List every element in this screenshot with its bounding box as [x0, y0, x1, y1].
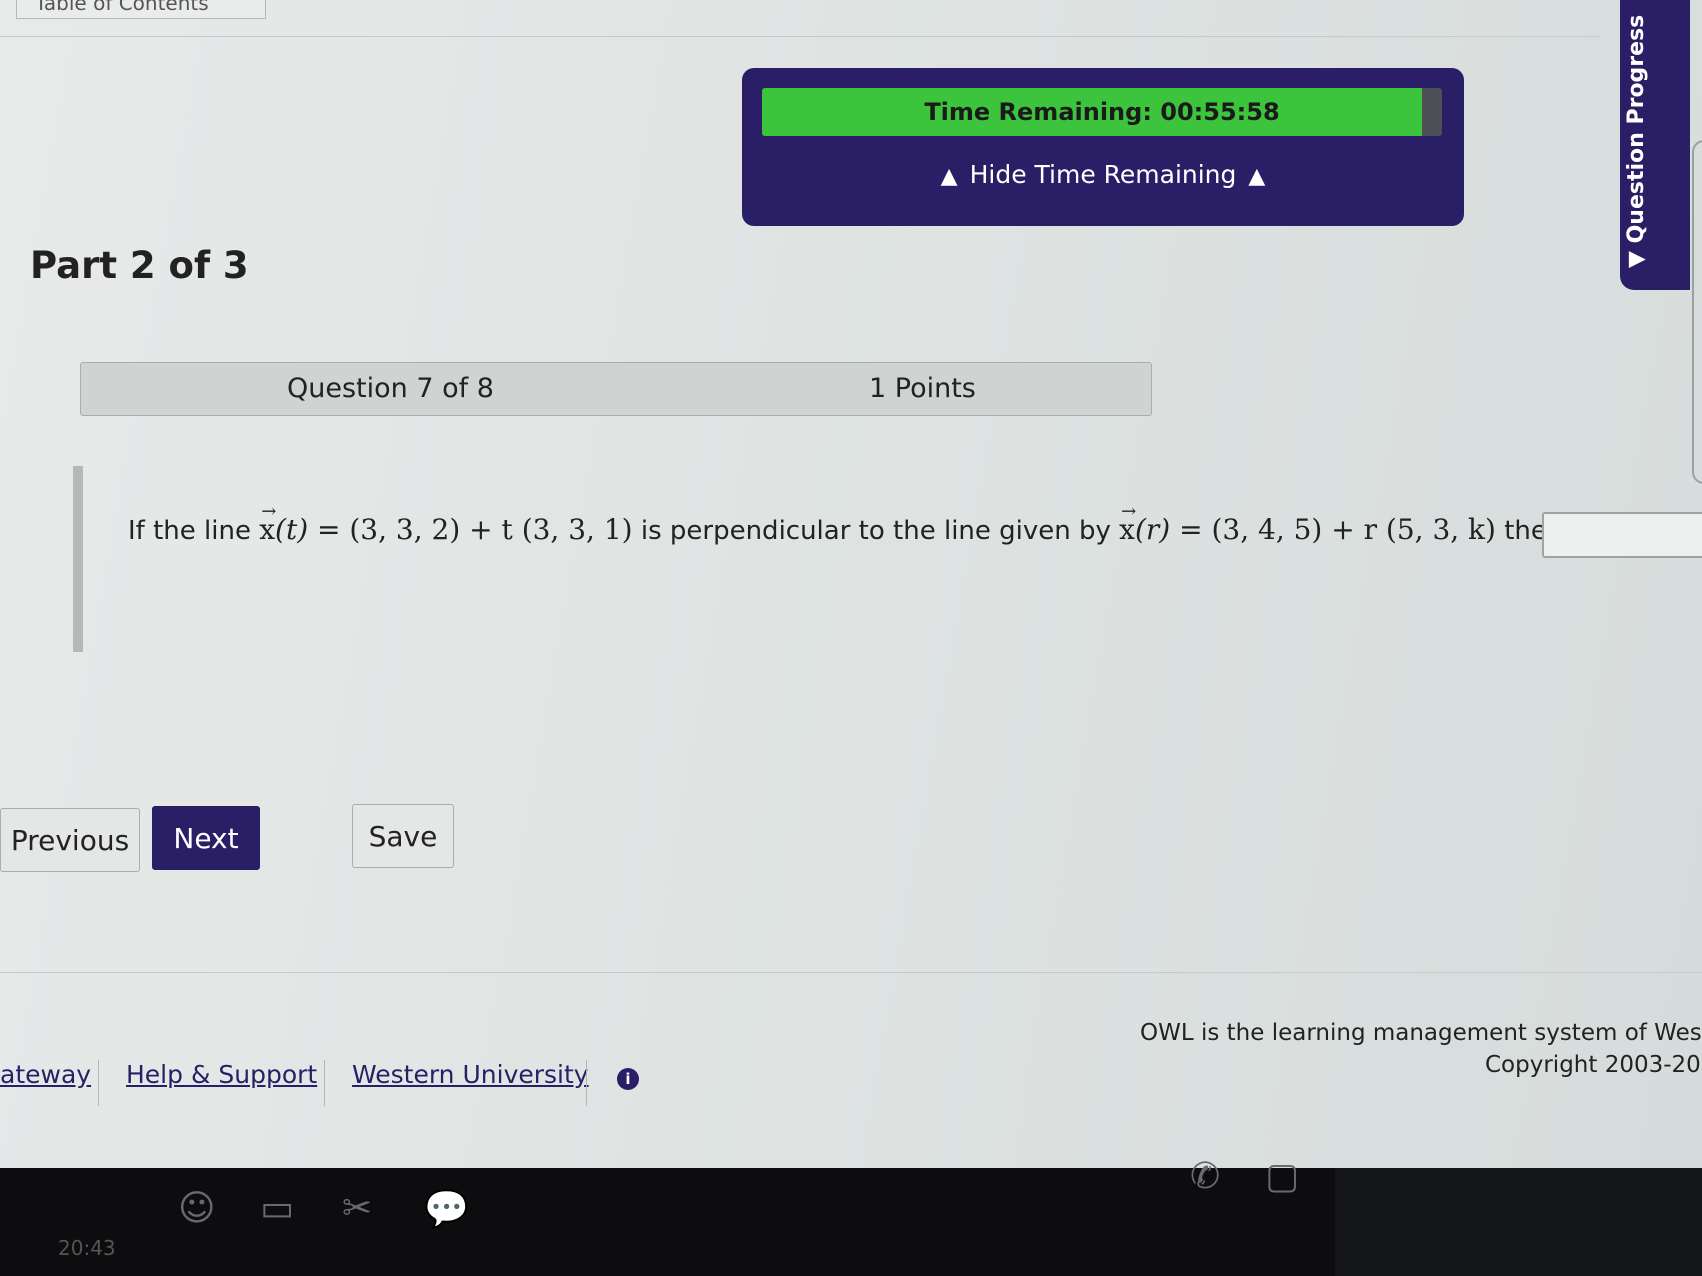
footer-link-gateway[interactable]: ateway	[0, 1060, 91, 1089]
question-points: 1 Points	[869, 373, 976, 404]
question-text: If the line → x(t) = (3, 3, 2) + t (3, 3,…	[128, 501, 1621, 553]
taskbar-right-region: ✆ ▢	[1190, 1156, 1702, 1276]
triangle-down-icon: ▼	[1624, 251, 1649, 268]
taskbar-time: 20:43	[58, 1236, 116, 1260]
question-header: Question 7 of 8 1 Points	[80, 362, 1152, 416]
folder-icon[interactable]: ▭	[260, 1188, 294, 1229]
question-accent-bar	[73, 466, 83, 652]
question-progress-tab[interactable]: ▼ Question Progress	[1620, 0, 1690, 290]
question-number: Question 7 of 8	[287, 373, 494, 404]
hide-time-remaining-label: Hide Time Remaining	[969, 160, 1237, 189]
save-button[interactable]: Save	[352, 804, 454, 868]
vector-x-1: → x	[259, 501, 277, 546]
answer-input[interactable]	[1542, 512, 1702, 558]
page: Table of Contents Time Remaining: 00:55:…	[0, 0, 1702, 1168]
footer-info: OWL is the learning management system of…	[1140, 1020, 1702, 1078]
timer-panel: Time Remaining: 00:55:58 ▲ Hide Time Rema…	[742, 68, 1464, 226]
math-expression-2: → x(r) = (3, 4, 5) + r (5, 3, k)	[1119, 501, 1496, 546]
taskbar: 20:43 ☺ ▭ ✂ 💬 ✆ ▢	[0, 1156, 1702, 1276]
info-icon[interactable]: i	[617, 1068, 639, 1090]
question-text-middle: is perpendicular to the line given by	[632, 516, 1120, 546]
question-text-intro: If the line	[128, 516, 251, 546]
math-expression-1: → x(t) = (3, 3, 2) + t (3, 3, 1)	[259, 501, 632, 546]
time-remaining-text: Time Remaining: 00:55:58	[924, 98, 1280, 126]
question-progress-label: Question Progress	[1624, 14, 1649, 244]
vector-x-2: → x	[1119, 501, 1137, 546]
phone-icon[interactable]: ✆	[1190, 1156, 1220, 1197]
footer-separator	[324, 1060, 325, 1106]
footer-separator	[98, 1060, 99, 1106]
previous-button[interactable]: Previous	[0, 808, 140, 872]
triangle-up-icon: ▲	[940, 164, 958, 189]
footer-link-help-support[interactable]: Help & Support	[126, 1060, 317, 1089]
hide-time-remaining-toggle[interactable]: ▲ Hide Time Remaining ▲	[742, 160, 1464, 189]
header-divider	[0, 36, 1600, 37]
triangle-up-icon: ▲	[1248, 164, 1266, 189]
emoji-icon[interactable]: ☺	[178, 1188, 216, 1229]
table-of-contents-label: Table of Contents	[35, 0, 209, 15]
part-title: Part 2 of 3	[30, 244, 249, 287]
footer-separator	[586, 1060, 587, 1106]
side-panel-edge	[1692, 140, 1702, 484]
question-progress-text: ▼ Question Progress	[1624, 0, 1649, 268]
footer-copyright: Copyright 2003-2022 T	[1485, 1052, 1702, 1078]
time-remaining-bar: Time Remaining: 00:55:58	[762, 88, 1442, 136]
next-button[interactable]: Next	[152, 806, 260, 870]
chat-icon[interactable]: 💬	[424, 1188, 469, 1230]
footer-link-western-university[interactable]: Western University	[352, 1060, 589, 1089]
table-of-contents-tab[interactable]: Table of Contents	[16, 0, 266, 19]
footer-owl-text: OWL is the learning management system of…	[1140, 1020, 1702, 1046]
scissors-icon[interactable]: ✂	[342, 1188, 372, 1229]
video-icon[interactable]: ▢	[1265, 1156, 1299, 1197]
footer-divider	[0, 972, 1702, 973]
